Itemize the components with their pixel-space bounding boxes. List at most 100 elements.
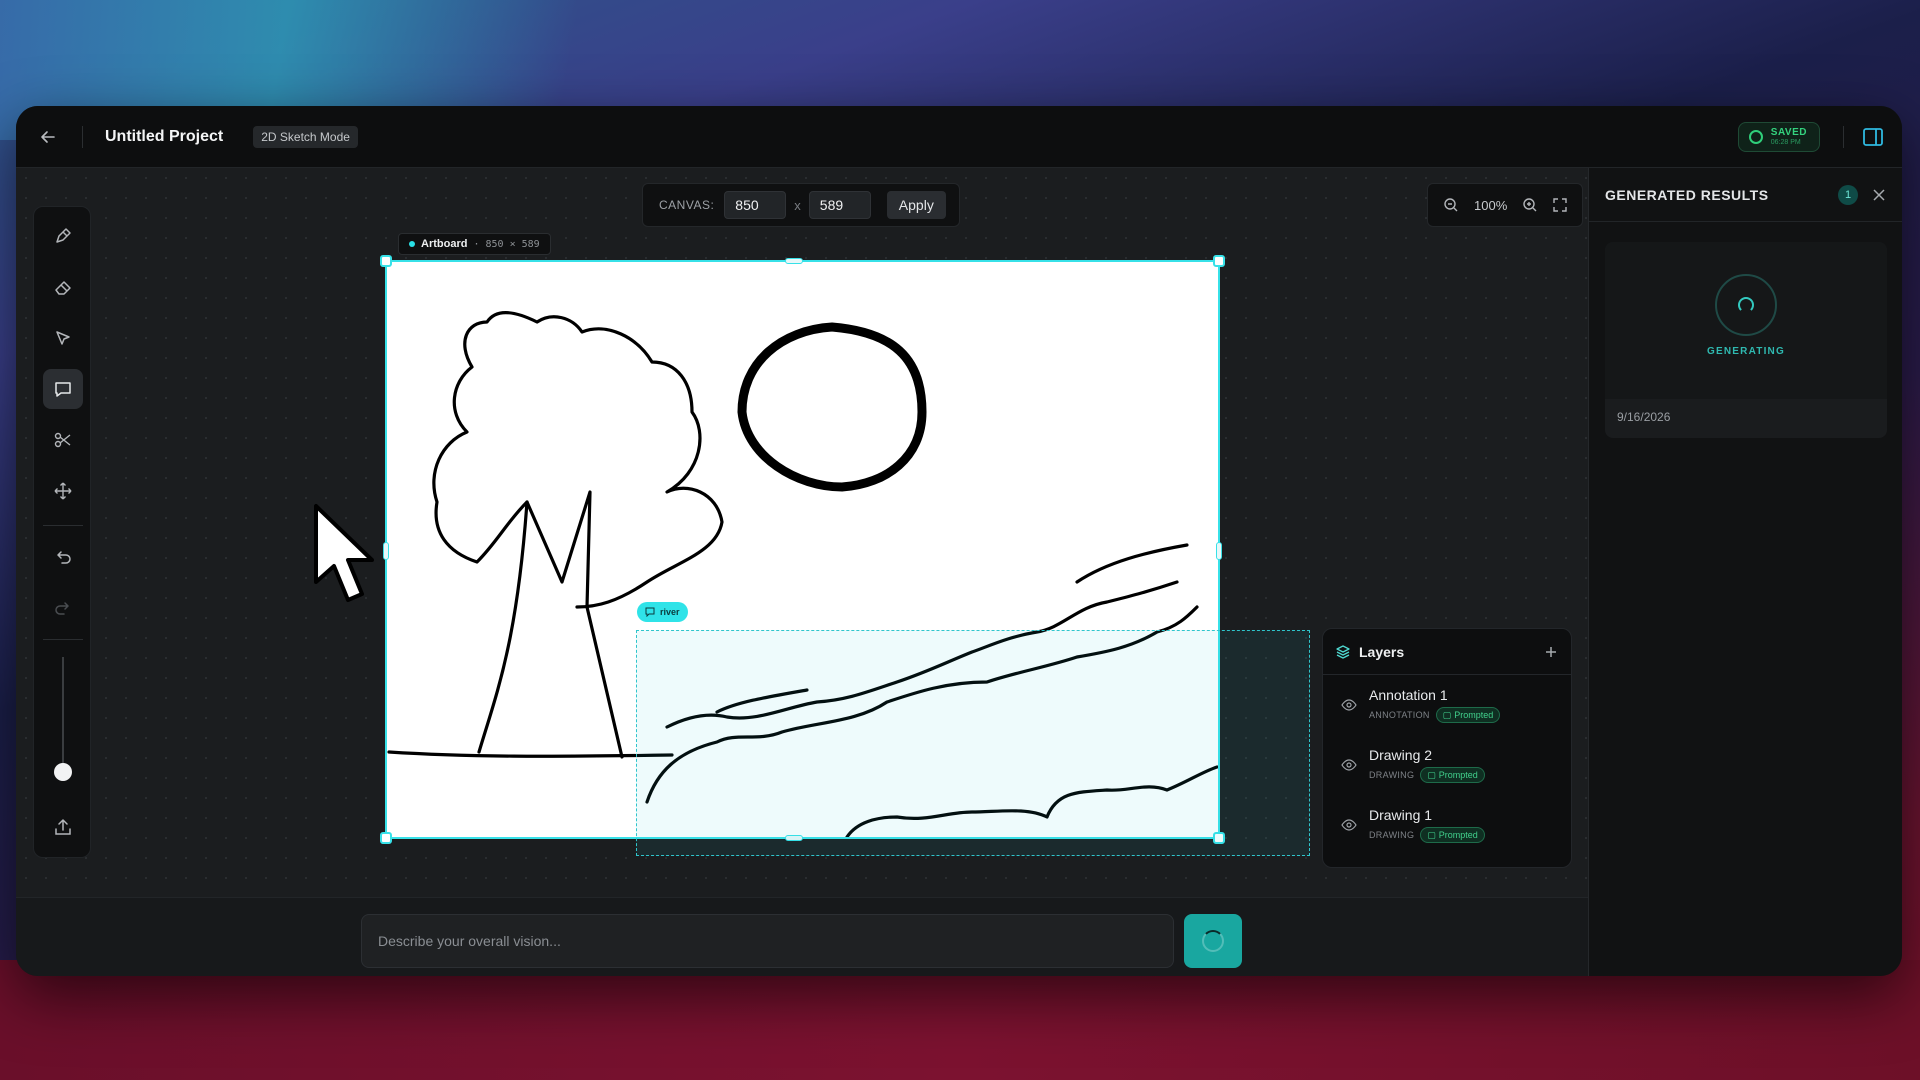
zoom-level: 100% xyxy=(1474,197,1508,213)
canvas-size-bar: CANVAS: x Apply xyxy=(642,183,960,227)
resize-handle-ne[interactable] xyxy=(1213,255,1225,267)
prompt-bar xyxy=(16,897,1588,976)
canvas-label: CANVAS: xyxy=(659,198,715,212)
divider xyxy=(43,525,83,526)
move-tool[interactable] xyxy=(43,471,83,511)
layer-name: Drawing 1 xyxy=(1369,807,1433,823)
resize-handle-nw[interactable] xyxy=(380,255,392,267)
eraser-icon xyxy=(55,281,71,295)
back-arrow-icon xyxy=(41,130,55,143)
undo-button[interactable] xyxy=(43,537,83,577)
pen-tool[interactable] xyxy=(43,216,83,256)
layer-type: DRAWING xyxy=(1369,770,1415,780)
prompted-label: Prompted xyxy=(1438,830,1478,840)
redo-icon xyxy=(55,602,69,615)
annotation-tag-label: river xyxy=(660,607,680,617)
eye-icon[interactable] xyxy=(1341,757,1357,773)
artboard-name: Artboard xyxy=(421,238,468,250)
tool-palette xyxy=(33,206,91,858)
cut-tool[interactable] xyxy=(43,420,83,460)
saved-status: SAVED 06:28 PM xyxy=(1737,122,1820,152)
dimension-separator: x xyxy=(794,197,801,213)
apply-button[interactable]: Apply xyxy=(886,191,946,219)
layer-name: Drawing 2 xyxy=(1369,747,1433,763)
redo-button[interactable] xyxy=(43,588,83,628)
mouse-cursor-icon xyxy=(314,504,374,602)
annotate-tool[interactable] xyxy=(43,369,83,409)
back-button[interactable] xyxy=(36,125,60,149)
layer-item[interactable]: Drawing 1 DRAWING ▢ Prompted xyxy=(1323,795,1571,855)
fullscreen-icon[interactable] xyxy=(1552,198,1567,212)
layers-panel: Layers Annotation 1 ANNOTATION ▢ Prompted… xyxy=(1322,628,1572,868)
spinner-icon xyxy=(1738,297,1754,313)
check-circle-icon xyxy=(1748,130,1763,144)
comment-icon: ▢ xyxy=(1427,769,1436,780)
comment-icon: ▢ xyxy=(1442,709,1452,720)
divider xyxy=(1843,126,1844,148)
canvas-width-input[interactable] xyxy=(724,191,787,219)
saved-time: 06:28 PM xyxy=(1770,139,1801,146)
brush-size-track[interactable] xyxy=(62,657,64,777)
layer-type: ANNOTATION xyxy=(1369,710,1430,720)
zoom-controls: 100% xyxy=(1427,183,1583,227)
eye-icon[interactable] xyxy=(1341,697,1357,713)
canvas-height-input[interactable] xyxy=(808,191,871,219)
scissors-icon xyxy=(54,432,71,448)
artboard-dims: · 850 × 589 xyxy=(473,238,540,250)
spinner-icon xyxy=(1202,930,1224,952)
comment-icon xyxy=(645,607,655,617)
layer-item[interactable]: Annotation 1 ANNOTATION ▢ Prompted xyxy=(1323,675,1571,735)
top-bar: Untitled Project 2D Sketch Mode SAVED 06… xyxy=(16,106,1902,168)
results-count-badge: 1 xyxy=(1838,184,1858,205)
annotation-region[interactable] xyxy=(636,630,1310,856)
resize-handle-e[interactable] xyxy=(1216,542,1222,560)
prompted-badge: ▢ Prompted xyxy=(1420,767,1485,783)
zoom-out-icon[interactable] xyxy=(1443,197,1459,213)
layer-name: Annotation 1 xyxy=(1369,687,1448,703)
result-card[interactable]: GENERATING 9/16/2026 xyxy=(1605,242,1887,438)
resize-handle-sw[interactable] xyxy=(380,832,392,844)
pen-icon xyxy=(56,228,71,243)
panel-toggle-icon[interactable] xyxy=(1862,126,1884,148)
saved-label: SAVED xyxy=(1770,127,1807,138)
select-tool[interactable] xyxy=(43,318,83,358)
prompted-badge: ▢ Prompted xyxy=(1420,827,1485,843)
background-bottom xyxy=(0,960,1920,1080)
result-date: 9/16/2026 xyxy=(1617,410,1671,424)
close-icon[interactable] xyxy=(1872,188,1886,202)
generate-button[interactable] xyxy=(1184,914,1242,968)
export-button[interactable] xyxy=(43,807,83,847)
resize-handle-w[interactable] xyxy=(383,542,389,560)
workspace[interactable]: CANVAS: x Apply 100% Artboard · 850 × 58… xyxy=(16,168,1588,897)
eye-icon[interactable] xyxy=(1341,817,1357,833)
plus-icon[interactable] xyxy=(1543,644,1559,660)
layer-item[interactable]: Drawing 2 DRAWING ▢ Prompted xyxy=(1323,735,1571,795)
zoom-in-icon[interactable] xyxy=(1522,197,1538,213)
vision-input[interactable] xyxy=(361,914,1174,968)
layer-type: DRAWING xyxy=(1369,830,1415,840)
artboard-label[interactable]: Artboard · 850 × 589 xyxy=(398,233,551,255)
eraser-tool[interactable] xyxy=(43,267,83,307)
results-title: GENERATED RESULTS xyxy=(1605,186,1769,203)
project-title[interactable]: Untitled Project xyxy=(105,128,223,146)
layers-title: Layers xyxy=(1359,643,1405,660)
annotation-tag[interactable]: river xyxy=(637,602,688,622)
divider xyxy=(82,125,83,148)
brush-size-slider[interactable] xyxy=(54,763,72,781)
comment-icon: ▢ xyxy=(1427,829,1436,840)
select-arrow-icon xyxy=(56,331,70,345)
mode-badge: 2D Sketch Mode xyxy=(253,125,358,148)
results-panel: GENERATED RESULTS 1 GENERATING 9/16/2026 xyxy=(1588,168,1902,976)
comment-icon xyxy=(55,382,71,397)
generating-label: GENERATING xyxy=(1707,346,1785,357)
result-preview: GENERATING xyxy=(1605,242,1887,399)
move-icon xyxy=(54,482,72,500)
resize-handle-n[interactable] xyxy=(785,258,803,264)
prompted-label: Prompted xyxy=(1454,710,1494,720)
prompted-badge: ▢ Prompted xyxy=(1435,707,1501,723)
upload-icon xyxy=(55,818,71,835)
undo-icon xyxy=(57,551,71,564)
prompted-label: Prompted xyxy=(1438,770,1478,780)
app-window: Untitled Project 2D Sketch Mode SAVED 06… xyxy=(16,106,1902,976)
generating-ring xyxy=(1715,274,1777,336)
